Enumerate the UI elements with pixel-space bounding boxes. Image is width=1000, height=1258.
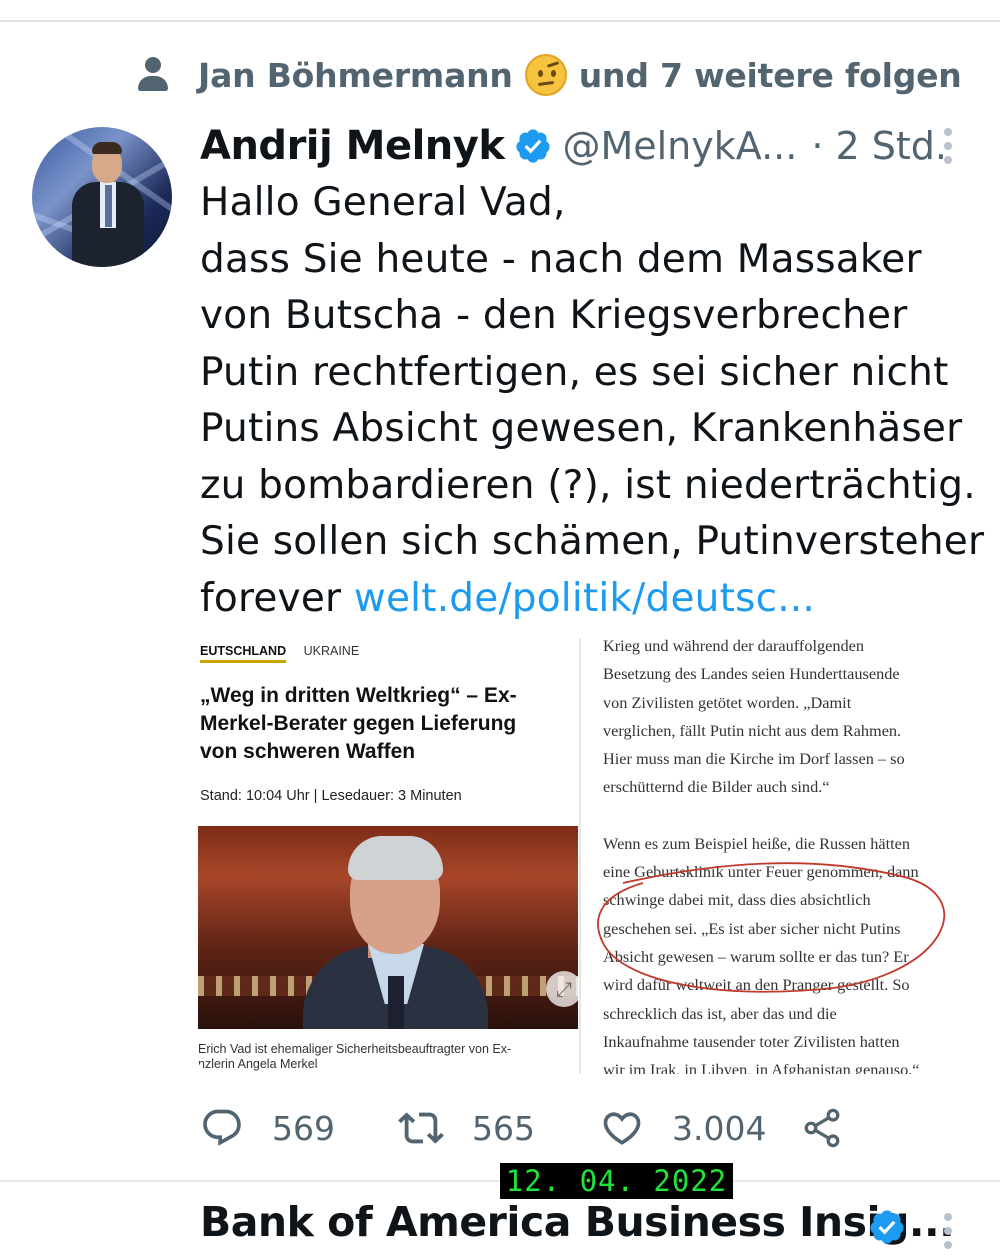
tweet-line: Putins Absicht gewesen, Krankenhäser — [200, 406, 963, 451]
article-line: wir im Irak, in Libyen, in Afghanistan g… — [603, 1060, 920, 1074]
article-line: wird dafür weltweit an den Pranger geste… — [603, 975, 910, 995]
photo-caption: Erich Vad ist ehemaliger Sicherheitsbeau… — [198, 1042, 579, 1072]
reply-icon — [203, 1109, 241, 1146]
verified-badge-icon — [870, 1210, 904, 1244]
headline-line: Merkel-Berater gegen Lieferung — [200, 712, 517, 735]
article-paragraph: Wenn es zum Beispiel heiße, die Russen h… — [603, 830, 963, 1074]
social-context-suffix: und 7 weitere folgen — [578, 55, 962, 95]
retweet-count: 565 — [472, 1108, 535, 1148]
share-icon — [804, 1108, 840, 1148]
tab-ukraine: UKRAINE — [303, 644, 360, 658]
article-line: von Zivilisten getötet worden. „Damit — [603, 692, 852, 712]
person-icon — [138, 57, 168, 93]
article-headline: „Weg in dritten Weltkrieg“ – Ex- Merkel-… — [200, 682, 580, 766]
retweet-button[interactable]: 565 — [398, 1100, 535, 1156]
article-meta: Stand: 10:04 Uhr | Lesedauer: 3 Minuten — [200, 788, 462, 804]
article-line: verglichen, fällt Putin nicht aus dem Ra… — [603, 720, 902, 740]
tweet-line: von Butscha - den Kriegsverbrecher — [200, 293, 908, 338]
social-context[interactable]: Jan Böhmermann und 7 weitere folgen — [138, 50, 962, 100]
tweet-link[interactable]: welt.de/politik/deutsc... — [354, 576, 815, 621]
article-line: Inkaufnahme tausender toter Zivilisten h… — [603, 1031, 900, 1051]
article-line: Besetzung des Landes seien Hunderttausen… — [603, 664, 900, 684]
tweet-line: Putin rechtfertigen, es sei sicher nicht — [200, 349, 949, 395]
social-context-name: Jan Böhmermann — [198, 55, 513, 95]
tweet-actions: 569 565 3.004 — [200, 1100, 920, 1156]
article-photo: ⤢ — [198, 826, 578, 1029]
article-line: Krieg und während der darauffolgenden — [603, 638, 865, 655]
media-card[interactable]: EUTSCHLAND UKRAINE „Weg in dritten Weltk… — [198, 638, 970, 1074]
tweet-line: dass Sie heute - nach dem Massaker — [200, 236, 922, 282]
next-tweet-author[interactable]: Bank of America Business Insig... — [200, 1198, 955, 1258]
article-paragraph: Krieg und während der darauffolgenden Be… — [603, 638, 963, 802]
tweet-time[interactable]: · 2 Std. — [811, 124, 947, 168]
headline-line: „Weg in dritten Weltkrieg“ – Ex- — [200, 684, 517, 707]
article-line: geschehen sei. „Es ist aber sicher nicht… — [603, 918, 901, 938]
author-name[interactable]: Andrij Melnyk — [200, 123, 505, 169]
tweet-header: Andrij Melnyk @MelnykA... · 2 Std. — [200, 120, 947, 172]
top-divider — [0, 20, 1000, 22]
more-options-icon[interactable] — [940, 128, 956, 164]
article-line: eine Geburtsklinik unter Feuer genommen,… — [603, 862, 919, 882]
author-handle[interactable]: @MelnykA... — [562, 124, 797, 168]
caption-line: nzlerin Angela Merkel — [198, 1057, 318, 1071]
reply-count: 569 — [272, 1108, 335, 1148]
date-stamp: 12. 04. 2022 — [500, 1163, 733, 1199]
heart-icon — [603, 1112, 641, 1145]
retweet-icon — [398, 1112, 444, 1144]
avatar[interactable] — [32, 127, 172, 267]
article-line: erschütternd die Bilder auch sind.“ — [603, 777, 830, 797]
tweet-text: Hallo General Vad, dass Sie heute - nach… — [200, 175, 990, 627]
tweet-line: Hallo General Vad, — [200, 180, 566, 225]
like-button[interactable]: 3.004 — [600, 1100, 766, 1156]
tweet-line-prefix: forever — [200, 575, 354, 621]
article-text: Krieg und während der darauffolgenden Be… — [603, 638, 963, 1074]
raised-eyebrow-emoji-icon — [524, 54, 567, 96]
caption-line: Erich Vad ist ehemaliger Sicherheitsbeau… — [198, 1042, 512, 1056]
expand-icon: ⤢ — [546, 971, 578, 1007]
tweet-line-last: forever welt.de/politik/deutsc... — [200, 571, 990, 628]
more-options-icon[interactable] — [940, 1213, 956, 1255]
tweet-line: zu bombardieren (?), ist niederträchtig. — [200, 462, 976, 508]
share-button[interactable] — [800, 1100, 872, 1156]
article-line: schrecklich das ist, aber das und die — [603, 1003, 837, 1023]
article-tabs: EUTSCHLAND UKRAINE — [200, 644, 360, 663]
article-line: Hier muss man die Kirche im Dorf lassen … — [603, 749, 905, 769]
reply-button[interactable]: 569 — [200, 1100, 335, 1156]
verified-badge-icon — [516, 129, 551, 163]
article-line: Absicht gewesen – warum sollte er das tu… — [603, 946, 909, 966]
article-screenshot-left[interactable]: EUTSCHLAND UKRAINE „Weg in dritten Weltk… — [198, 638, 581, 1074]
article-line: Wenn es zum Beispiel heiße, die Russen h… — [603, 833, 911, 853]
like-count: 3.004 — [672, 1108, 767, 1148]
tweet-line: Sie sollen sich schämen, Putinversteher — [200, 519, 985, 564]
tab-deutschland: EUTSCHLAND — [200, 644, 287, 663]
headline-line: von schweren Waffen — [200, 740, 416, 763]
article-screenshot-right[interactable]: Krieg und während der darauffolgenden Be… — [583, 638, 970, 1074]
article-line: schwinge dabei mit, dass dies absichtlic… — [603, 890, 871, 910]
